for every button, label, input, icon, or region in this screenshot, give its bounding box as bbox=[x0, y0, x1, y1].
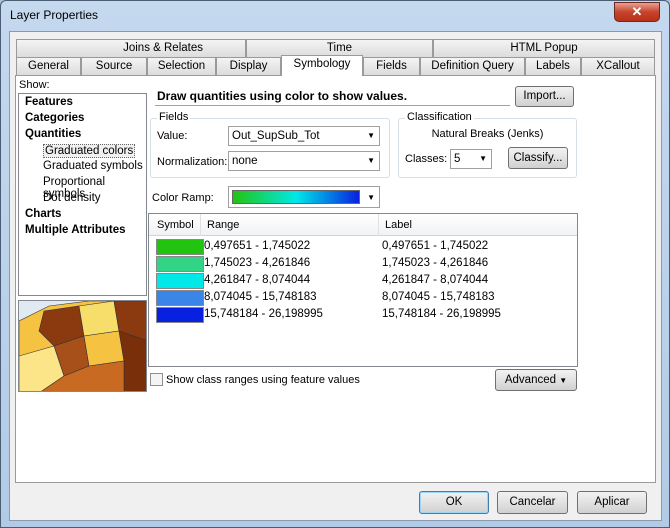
tab-display[interactable]: Display bbox=[216, 57, 281, 75]
show-label: Show: bbox=[19, 79, 50, 91]
apply-button[interactable]: Aplicar bbox=[577, 491, 647, 514]
show-class-ranges-label: Show class ranges using feature values bbox=[166, 374, 360, 386]
range-cell[interactable]: 8,074045 - 15,748183 bbox=[204, 291, 317, 303]
import-button[interactable]: Import... bbox=[515, 86, 574, 107]
show-item-graduated-symbols[interactable]: Graduated symbols bbox=[43, 160, 143, 172]
table-row[interactable]: 8,074045 - 15,748183 8,074045 - 15,748183 bbox=[151, 289, 576, 306]
classes-dropdown-text: 5 bbox=[454, 153, 461, 165]
value-dropdown-text: Out_SupSub_Tot bbox=[232, 130, 320, 142]
dropdown-arrow-icon: ▼ bbox=[367, 193, 375, 202]
table-row[interactable]: 0,497651 - 1,745022 0,497651 - 1,745022 bbox=[151, 238, 576, 255]
close-button[interactable]: ✕ bbox=[614, 2, 660, 22]
map-preview bbox=[18, 300, 147, 392]
advanced-button-label: Advanced bbox=[504, 374, 557, 386]
label-cell[interactable]: 15,748184 - 26,198995 bbox=[382, 308, 501, 320]
normalization-label: Normalization: bbox=[157, 156, 228, 168]
tab-joins-relates[interactable]: Joins & Relates bbox=[16, 39, 246, 57]
classification-method: Natural Breaks (Jenks) bbox=[431, 128, 544, 140]
symbol-swatch[interactable] bbox=[156, 256, 204, 272]
label-cell[interactable]: 4,261847 - 8,074044 bbox=[382, 274, 488, 286]
show-list[interactable]: Features Categories Quantities Graduated co… bbox=[18, 93, 147, 296]
ok-button-label: OK bbox=[445, 496, 463, 508]
cancel-button[interactable]: Cancelar bbox=[497, 491, 568, 514]
symbol-swatch[interactable] bbox=[156, 307, 204, 323]
normalization-dropdown[interactable]: none ▼ bbox=[228, 151, 380, 171]
symbol-swatch[interactable] bbox=[156, 273, 204, 289]
show-item-charts[interactable]: Charts bbox=[25, 208, 61, 220]
import-button-label: Import... bbox=[523, 90, 566, 102]
description-text: Draw quantities using color to show valu… bbox=[157, 89, 408, 103]
table-row[interactable]: 15,748184 - 26,198995 15,748184 - 26,1989… bbox=[151, 306, 576, 323]
tab-fields[interactable]: Fields bbox=[363, 57, 420, 75]
range-cell[interactable]: 4,261847 - 8,074044 bbox=[204, 274, 310, 286]
symbol-swatch[interactable] bbox=[156, 290, 204, 306]
fields-group-title: Fields bbox=[157, 111, 191, 123]
tab-source[interactable]: Source bbox=[81, 57, 147, 75]
show-item-dot-density[interactable]: Dot density bbox=[43, 192, 101, 204]
window-title: Layer Properties bbox=[10, 8, 99, 22]
range-cell[interactable]: 15,748184 - 26,198995 bbox=[204, 308, 323, 320]
table-row[interactable]: 4,261847 - 8,074044 4,261847 - 8,074044 bbox=[151, 272, 576, 289]
column-divider[interactable] bbox=[200, 214, 201, 236]
table-header: Symbol Range Label bbox=[149, 214, 577, 236]
tab-general[interactable]: General bbox=[16, 57, 81, 75]
show-item-categories[interactable]: Categories bbox=[25, 112, 84, 124]
divider bbox=[155, 105, 510, 106]
color-ramp-dropdown[interactable]: ▼ bbox=[228, 186, 380, 208]
advanced-button[interactable]: Advanced ▼ bbox=[495, 369, 577, 391]
color-ramp-swatch bbox=[232, 190, 360, 204]
classify-button[interactable]: Classify... bbox=[508, 147, 568, 169]
classification-group-title: Classification bbox=[405, 111, 474, 123]
header-range[interactable]: Range bbox=[207, 219, 239, 231]
class-table[interactable]: Symbol Range Label 0,497651 - 1,745022 0,… bbox=[148, 213, 578, 367]
header-symbol[interactable]: Symbol bbox=[157, 219, 194, 231]
show-item-multiple-attributes[interactable]: Multiple Attributes bbox=[25, 224, 126, 236]
tab-symbology[interactable]: Symbology bbox=[281, 55, 363, 76]
tab-xcallout[interactable]: XCallout bbox=[581, 57, 655, 75]
show-item-quantities[interactable]: Quantities bbox=[25, 128, 81, 140]
color-ramp-label: Color Ramp: bbox=[152, 192, 214, 204]
close-icon: ✕ bbox=[631, 4, 643, 19]
value-label: Value: bbox=[157, 130, 188, 142]
normalization-dropdown-text: none bbox=[232, 155, 258, 167]
tab-selection[interactable]: Selection bbox=[147, 57, 216, 75]
value-dropdown[interactable]: Out_SupSub_Tot ▼ bbox=[228, 126, 380, 146]
classify-button-label: Classify... bbox=[513, 152, 563, 164]
show-item-features[interactable]: Features bbox=[25, 96, 73, 108]
label-cell[interactable]: 8,074045 - 15,748183 bbox=[382, 291, 495, 303]
range-cell[interactable]: 1,745023 - 4,261846 bbox=[204, 257, 310, 269]
classes-label: Classes: bbox=[405, 153, 448, 165]
dropdown-arrow-icon: ▼ bbox=[367, 156, 375, 165]
table-row[interactable]: 1,745023 - 4,261846 1,745023 - 4,261846 bbox=[151, 255, 576, 272]
range-cell[interactable]: 0,497651 - 1,745022 bbox=[204, 240, 310, 252]
header-label[interactable]: Label bbox=[385, 219, 412, 231]
label-cell[interactable]: 0,497651 - 1,745022 bbox=[382, 240, 488, 252]
apply-button-label: Aplicar bbox=[594, 496, 630, 508]
classes-dropdown[interactable]: 5 ▼ bbox=[450, 149, 492, 169]
map-thumbnail-image bbox=[19, 301, 146, 391]
column-divider[interactable] bbox=[378, 214, 379, 236]
show-label-text: Show: bbox=[19, 79, 50, 91]
show-class-ranges-checkbox[interactable] bbox=[150, 373, 163, 386]
dropdown-arrow-icon: ▼ bbox=[367, 131, 375, 140]
dropdown-arrow-icon: ▼ bbox=[559, 376, 568, 385]
cancel-button-label: Cancelar bbox=[509, 496, 556, 508]
symbol-swatch[interactable] bbox=[156, 239, 204, 255]
ok-button[interactable]: OK bbox=[419, 491, 489, 514]
tab-html-popup[interactable]: HTML Popup bbox=[433, 39, 655, 57]
show-item-graduated-colors[interactable]: Graduated colors bbox=[43, 144, 136, 158]
dropdown-arrow-icon: ▼ bbox=[479, 154, 487, 163]
tab-definition-query[interactable]: Definition Query bbox=[420, 57, 525, 75]
label-cell[interactable]: 1,745023 - 4,261846 bbox=[382, 257, 488, 269]
tab-labels[interactable]: Labels bbox=[525, 57, 581, 75]
